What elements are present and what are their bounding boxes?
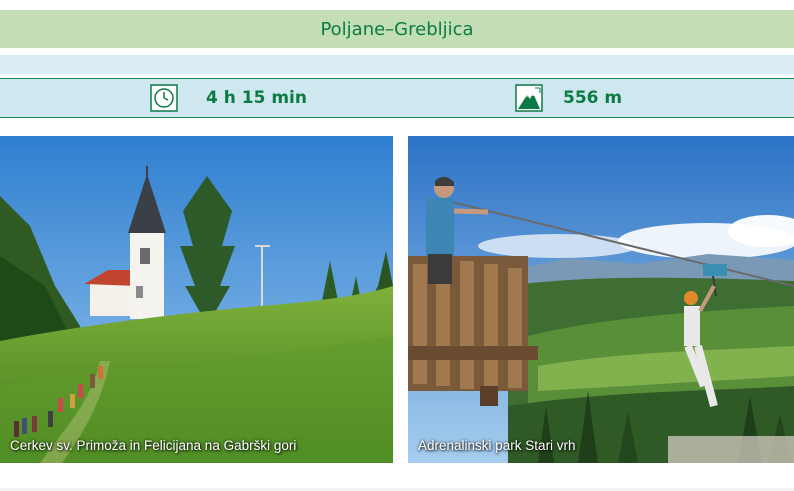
divider-band: [0, 55, 794, 74]
clock-icon: [150, 84, 178, 112]
church-scene-image: [0, 136, 393, 463]
trip-info-page: Poljane–Grebljica 4 h 15 min 556 m Cerke…: [0, 0, 794, 491]
photo-caption: Cerkev sv. Primoža in Felicijana na Gabr…: [10, 438, 297, 453]
photo-caption: Adrenalinski park Stari vrh: [418, 438, 576, 453]
zipline-scene-image: [408, 136, 794, 463]
altitude-value: 556 m: [563, 88, 623, 108]
duration-info: 4 h 15 min: [150, 84, 307, 112]
route-title: Poljane–Grebljica: [320, 18, 474, 40]
adventure-park-photo: Adrenalinski park Stari vrh: [408, 136, 794, 463]
altitude-info: 556 m: [515, 84, 622, 112]
route-title-bar: Poljane–Grebljica: [0, 10, 794, 48]
route-info-bar: 4 h 15 min 556 m: [0, 78, 794, 118]
church-photo: Cerkev sv. Primoža in Felicijana na Gabr…: [0, 136, 393, 463]
mountain-icon: [515, 84, 543, 112]
duration-value: 4 h 15 min: [206, 88, 307, 108]
